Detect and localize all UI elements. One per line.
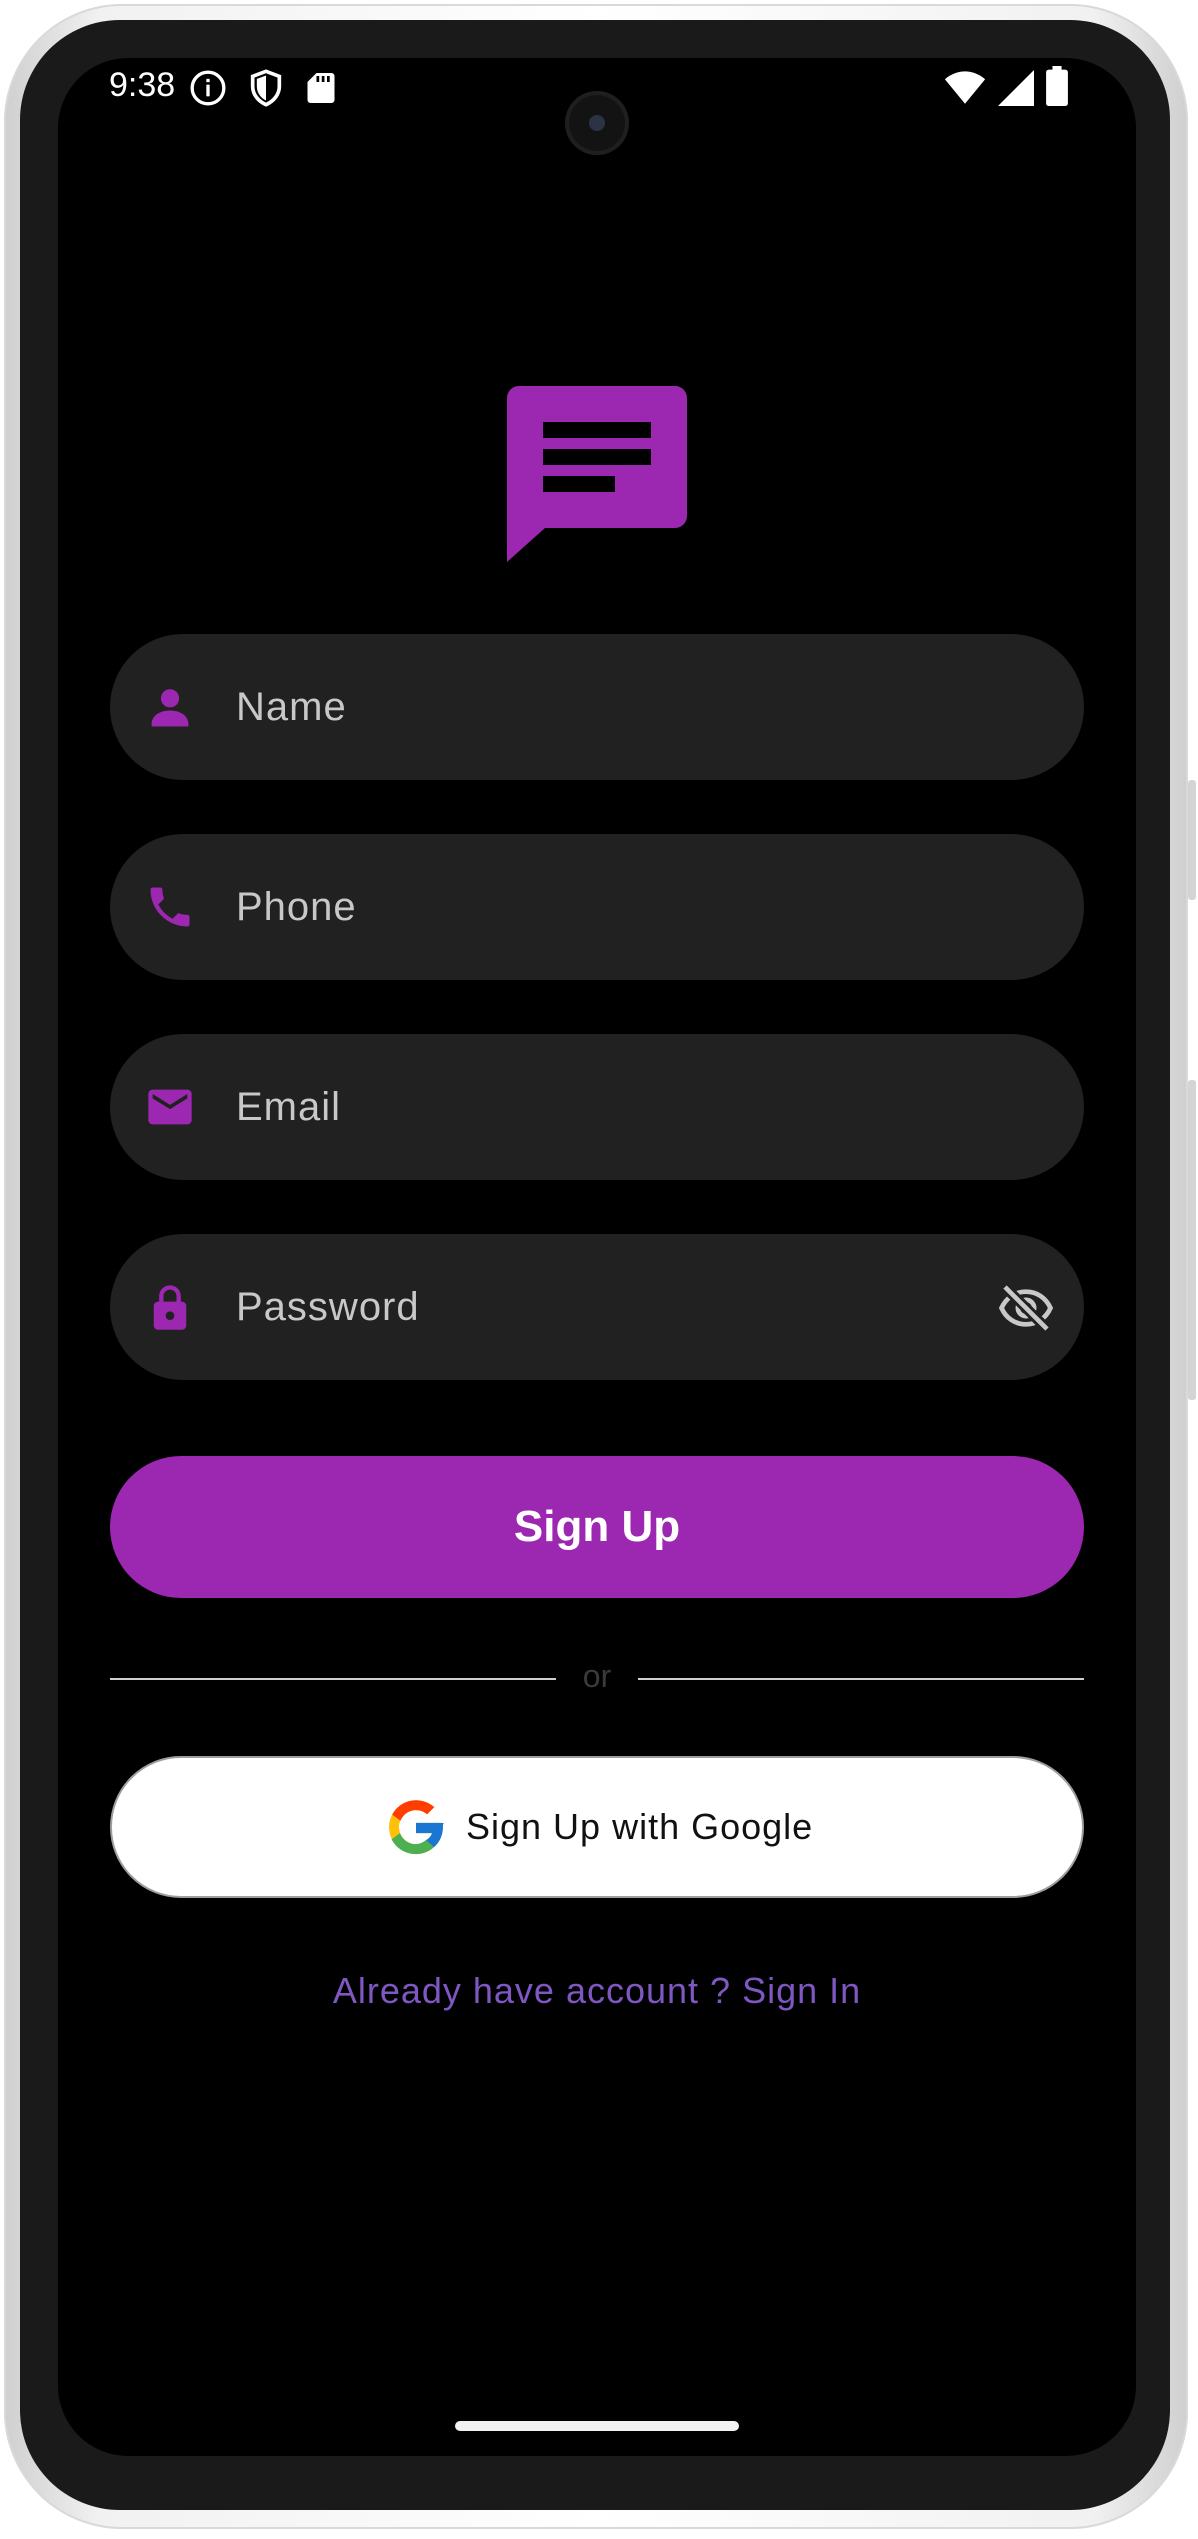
sign-up-label: Sign Up (513, 1502, 681, 1551)
email-icon (148, 1089, 192, 1125)
google-sign-up-label: Sign Up with Google (466, 1806, 814, 1847)
home-indicator[interactable] (455, 2421, 739, 2431)
sign-in-link[interactable]: Already have account ? Sign In (58, 1970, 1136, 2012)
name-input[interactable]: Name (236, 634, 347, 780)
person-icon (151, 689, 189, 727)
power-button (1188, 780, 1196, 900)
google-icon (389, 1800, 444, 1855)
divider-or: or (582, 1658, 612, 1694)
visibility-off-icon[interactable] (998, 1280, 1054, 1336)
shield-icon (250, 69, 282, 107)
battery-icon (1046, 66, 1068, 106)
signal-icon (998, 70, 1034, 106)
google-sign-up-button[interactable]: Sign Up with Google (110, 1756, 1084, 1898)
name-field[interactable]: Name (110, 634, 1084, 780)
phone-icon (150, 887, 190, 927)
sd-card-icon (307, 73, 335, 103)
email-input[interactable]: Email (236, 1034, 341, 1180)
divider-right (638, 1678, 1084, 1680)
wifi-icon (944, 71, 986, 104)
status-time: 9:38 (109, 66, 176, 104)
divider-left (110, 1678, 556, 1680)
phone-input[interactable]: Phone (236, 834, 357, 980)
front-camera (565, 91, 629, 155)
password-input[interactable]: Password (236, 1234, 420, 1380)
screen: 9:38 Name Phone Email Password Sign Up o… (58, 58, 1136, 2456)
volume-button (1188, 1080, 1196, 1400)
info-icon (190, 70, 226, 106)
sign-up-button[interactable]: Sign Up (110, 1456, 1084, 1598)
lock-icon (153, 1285, 187, 1330)
chat-bubble-icon (507, 386, 687, 562)
phone-field[interactable]: Phone (110, 834, 1084, 980)
password-field[interactable]: Password (110, 1234, 1084, 1380)
email-field[interactable]: Email (110, 1034, 1084, 1180)
